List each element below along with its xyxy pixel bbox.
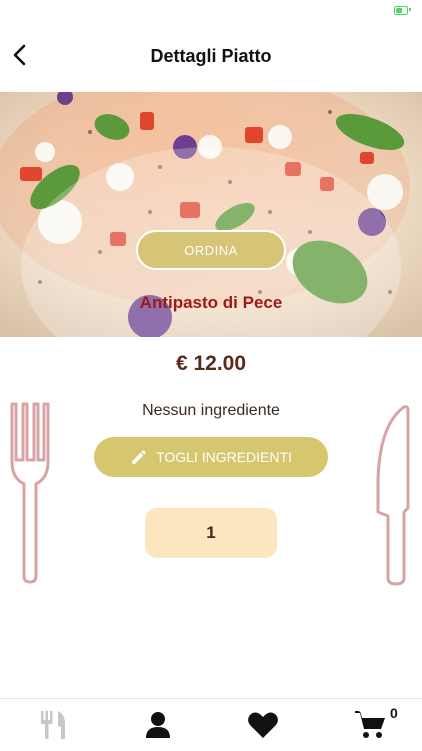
page-title: Dettagli Piatto [150, 46, 272, 66]
ingredients-status: Nessun ingrediente [142, 402, 280, 419]
navigation-bar: Dettagli Piatto [0, 20, 422, 92]
status-bar [0, 0, 422, 20]
dish-name: Antipasto di Pece [139, 293, 283, 312]
user-icon [146, 712, 170, 738]
knife-icon [376, 405, 410, 586]
cart-count-badge: 0 [390, 705, 398, 721]
tab-profile[interactable] [138, 707, 178, 743]
tab-favorites[interactable] [243, 707, 283, 743]
utensils-icon [41, 711, 65, 739]
tab-cart[interactable] [350, 707, 390, 743]
tab-bar: 0 [0, 698, 422, 751]
cart-icon [355, 711, 385, 738]
dish-price: € 12.00 [175, 352, 247, 375]
fork-icon [10, 402, 50, 584]
battery-icon [394, 6, 408, 15]
pencil-icon [132, 450, 146, 464]
heart-icon [248, 712, 278, 738]
remove-ingredients-button[interactable]: TOGLI INGREDIENTI [94, 437, 328, 477]
order-button[interactable]: ORDINA [136, 230, 286, 270]
remove-ingredients-label: TOGLI INGREDIENTI [156, 449, 292, 465]
tab-menu[interactable] [33, 707, 73, 743]
quantity-field[interactable]: 1 [145, 508, 277, 558]
battery-tip [409, 8, 411, 11]
